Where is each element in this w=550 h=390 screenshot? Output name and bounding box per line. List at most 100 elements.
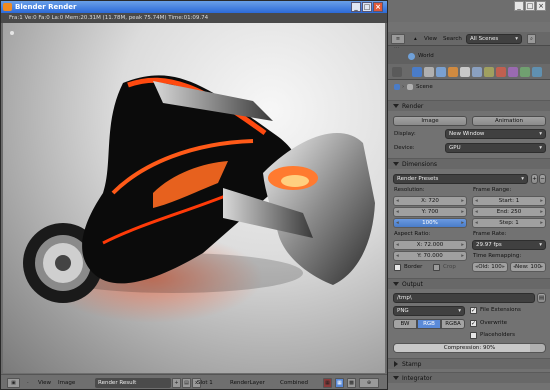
resolution-label: Resolution: bbox=[394, 187, 425, 193]
maximize-button[interactable]: □ bbox=[362, 2, 372, 12]
file-extensions-checkbox[interactable]: ✓ bbox=[470, 307, 477, 314]
frame-rate-dropdown[interactable]: 29.97 fps bbox=[472, 240, 546, 250]
browse-image-icon[interactable]: ▤ bbox=[182, 378, 191, 388]
editor-type-icon[interactable] bbox=[392, 67, 402, 77]
properties-title-bar: _ □ × bbox=[388, 0, 550, 22]
texture-tab-icon[interactable] bbox=[508, 67, 518, 77]
color-bw-button[interactable]: BW bbox=[393, 319, 417, 329]
resolution-y-field[interactable]: Y: 700 bbox=[393, 207, 467, 217]
modifiers-tab-icon[interactable] bbox=[472, 67, 482, 77]
overwrite-label: Overwrite bbox=[480, 320, 508, 326]
breadcrumb: Scene bbox=[416, 84, 433, 90]
render-tab-icon[interactable] bbox=[412, 67, 422, 77]
frame-end-field[interactable]: End: 250 bbox=[472, 207, 546, 217]
placeholders-checkbox[interactable] bbox=[470, 332, 477, 339]
blender-icon bbox=[3, 3, 12, 11]
new-image-icon[interactable]: + bbox=[172, 378, 181, 388]
data-tab-icon[interactable] bbox=[484, 67, 494, 77]
render-window: Blender Render _ □ × Fra:1 Ve:0 Fa:0 La:… bbox=[0, 0, 388, 390]
time-new-field[interactable]: New: 100 bbox=[510, 262, 546, 272]
menu-view[interactable]: View bbox=[38, 378, 51, 388]
crop-checkbox[interactable] bbox=[433, 264, 440, 271]
render-image bbox=[3, 23, 385, 373]
file-format-dropdown[interactable]: PNG bbox=[393, 306, 465, 316]
object-tab-icon[interactable] bbox=[448, 67, 458, 77]
device-dropdown[interactable]: GPU bbox=[445, 143, 546, 153]
constraints-tab-icon[interactable] bbox=[460, 67, 470, 77]
outliner-header: ≡ ▴ View Search All Scenes ⌕ bbox=[388, 32, 550, 46]
border-label: Border bbox=[404, 264, 423, 270]
color-rgb-button[interactable]: RGB bbox=[417, 319, 441, 329]
scenes-dropdown[interactable]: All Scenes bbox=[466, 34, 522, 44]
world-tab-icon[interactable] bbox=[436, 67, 446, 77]
overwrite-checkbox[interactable]: ✓ bbox=[470, 320, 477, 327]
resolution-x-field[interactable]: X: 720 bbox=[393, 196, 467, 206]
scene-tab-icon[interactable] bbox=[424, 67, 434, 77]
render-panel-header[interactable]: Render bbox=[388, 100, 550, 111]
device-label: Device: bbox=[394, 145, 415, 151]
output-panel-header[interactable]: Output bbox=[388, 278, 550, 289]
image-editor-header: ▣ · View Image Render Result + ▤ x Slot … bbox=[1, 374, 387, 389]
border-checkbox[interactable] bbox=[394, 264, 401, 271]
compression-value: Compression: 90% bbox=[443, 345, 496, 351]
physics-tab-icon[interactable] bbox=[532, 67, 542, 77]
aspect-x-field[interactable]: X: 72.000 bbox=[393, 240, 467, 250]
outliner-search-menu[interactable]: Search bbox=[443, 36, 462, 42]
scene-breadcrumb-icon bbox=[407, 84, 413, 90]
render-layer-dropdown[interactable]: RenderLayer bbox=[227, 378, 273, 388]
dimensions-panel-header[interactable]: Dimensions bbox=[388, 158, 550, 169]
remove-preset-button[interactable]: − bbox=[539, 174, 546, 184]
collapse-triangle-icon bbox=[393, 162, 399, 166]
outliner-world-item[interactable]: World bbox=[418, 53, 434, 59]
outliner-view-menu[interactable]: View bbox=[424, 36, 437, 42]
render-animation-button[interactable]: Animation bbox=[472, 116, 546, 126]
collapse-triangle-icon bbox=[393, 376, 399, 380]
editor-type-icon[interactable]: ▣ bbox=[7, 378, 20, 388]
z-buffer-icon[interactable]: ▩ bbox=[347, 378, 356, 388]
add-preset-button[interactable]: + bbox=[531, 174, 538, 184]
collapse-triangle-icon bbox=[393, 104, 399, 108]
display-dropdown[interactable]: New Window bbox=[445, 129, 546, 139]
alpha-icon[interactable]: ▦ bbox=[335, 378, 344, 388]
outliner-tree: ⋯ World bbox=[388, 45, 550, 64]
browse-folder-icon[interactable]: ▤ bbox=[537, 293, 546, 303]
frame-step-field[interactable]: Step: 1 bbox=[472, 218, 546, 228]
time-remapping-label: Time Remapping: bbox=[473, 253, 522, 259]
render-pass-dropdown[interactable]: Combined bbox=[277, 378, 317, 388]
outliner-search-icon[interactable]: ⌕ bbox=[527, 34, 536, 44]
rendered-motorcycle bbox=[10, 31, 375, 323]
slot-label[interactable]: Slot 1 bbox=[197, 378, 213, 388]
material-tab-icon[interactable] bbox=[496, 67, 506, 77]
resolution-percentage-field[interactable]: 100% bbox=[393, 218, 467, 228]
output-path-field[interactable]: /tmp\ bbox=[393, 293, 535, 303]
render-title-bar[interactable]: Blender Render _ □ × bbox=[1, 1, 387, 13]
stamp-panel-header[interactable]: Stamp bbox=[388, 358, 550, 369]
frame-start-field[interactable]: Start: 1 bbox=[472, 196, 546, 206]
window-title: Blender Render bbox=[15, 3, 77, 11]
maximize-button[interactable]: □ bbox=[525, 1, 535, 11]
render-presets-dropdown[interactable]: Render Presets bbox=[393, 174, 528, 184]
close-button[interactable]: × bbox=[536, 1, 546, 11]
render-breadcrumb-icon bbox=[394, 84, 400, 90]
render-image-button[interactable]: Image bbox=[393, 116, 467, 126]
aspect-y-field[interactable]: Y: 70.000 bbox=[393, 251, 467, 261]
properties-context-tabs bbox=[388, 64, 550, 80]
frame-range-label: Frame Range: bbox=[473, 187, 512, 193]
menu-image[interactable]: Image bbox=[58, 378, 75, 388]
outliner-editor-icon[interactable]: ≡ bbox=[391, 34, 405, 44]
aspect-ratio-label: Aspect Ratio: bbox=[394, 231, 431, 237]
compression-slider[interactable]: Compression: 90% bbox=[393, 343, 546, 353]
placeholders-label: Placeholders bbox=[480, 332, 516, 338]
display-channels-icon[interactable]: ▦ bbox=[323, 378, 332, 388]
time-old-field[interactable]: Old: 100 bbox=[472, 262, 508, 272]
particles-tab-icon[interactable] bbox=[520, 67, 530, 77]
color-rgba-button[interactable]: RGBA bbox=[441, 319, 465, 329]
minimize-button[interactable]: _ bbox=[514, 1, 524, 11]
view-zoom-icon[interactable]: ⊕ bbox=[359, 378, 379, 388]
close-button[interactable]: × bbox=[373, 2, 383, 12]
image-name-field[interactable]: Render Result bbox=[95, 378, 171, 388]
frame-rate-label: Frame Rate: bbox=[473, 231, 507, 237]
integrator-panel-header[interactable]: Integrator bbox=[388, 372, 550, 383]
expand-triangle-icon bbox=[394, 361, 398, 367]
minimize-button[interactable]: _ bbox=[351, 2, 361, 12]
